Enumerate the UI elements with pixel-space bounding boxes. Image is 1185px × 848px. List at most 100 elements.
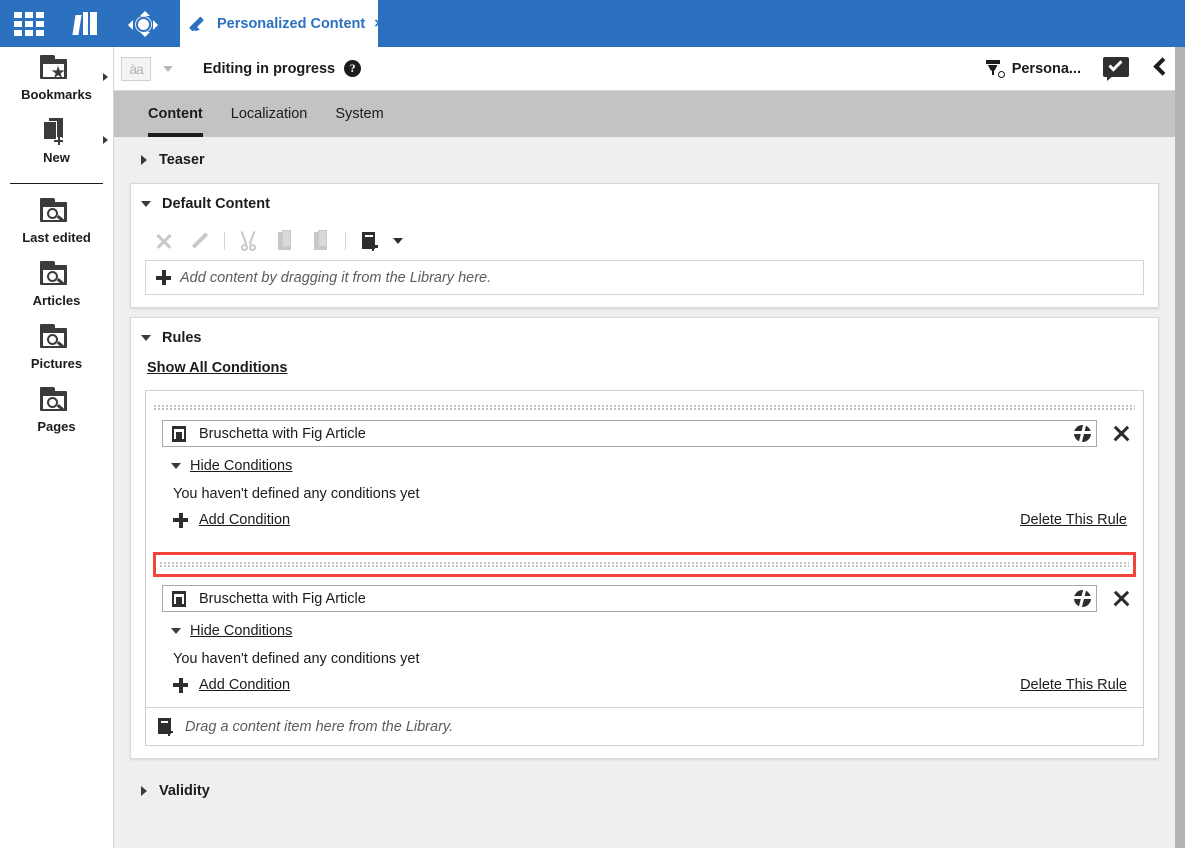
sidebar-item-pictures[interactable]: Pictures (0, 316, 113, 379)
plus-icon (173, 677, 188, 693)
sidebar-item-bookmarks[interactable]: ★ Bookmarks (0, 47, 113, 110)
chevron-down-icon[interactable] (393, 238, 403, 244)
delete-rule-link[interactable]: Delete This Rule (1020, 512, 1127, 528)
add-condition-row: Add Condition Delete This Rule (146, 502, 1143, 542)
sidebar-item-pages[interactable]: Pages (0, 379, 113, 442)
library-books-icon[interactable] (57, 0, 114, 47)
section-validity[interactable]: Validity (114, 768, 1175, 814)
card-rules: Rules Show All Conditions Bruschetta wit… (130, 317, 1159, 759)
content-toolbar (131, 224, 1158, 260)
paste-icon[interactable] (306, 228, 336, 254)
tab-label: System (335, 106, 384, 122)
close-icon[interactable]: × (374, 16, 383, 31)
default-content-dropzone[interactable]: Add content by dragging it from the Libr… (145, 260, 1144, 295)
locale-icon-text: àa (129, 60, 144, 77)
add-condition-link[interactable]: Add Condition (199, 512, 290, 528)
chevron-left-icon[interactable] (1151, 56, 1172, 81)
rule-drop-target-active[interactable] (153, 552, 1136, 577)
approve-checkmark-icon[interactable] (1103, 56, 1129, 81)
main-content: Content Localization System Teaser Defau… (114, 91, 1185, 848)
toolbar-divider (345, 232, 346, 250)
right-edge-strip (1175, 47, 1185, 848)
chevron-right-icon[interactable] (103, 136, 108, 144)
toggle-conditions-link[interactable]: Hide Conditions (190, 458, 292, 474)
tab-content[interactable]: Content (134, 91, 217, 137)
plus-icon (156, 270, 171, 285)
rule-content-field[interactable]: Bruschetta with Fig Article (162, 420, 1097, 447)
chevron-right-icon (141, 155, 147, 165)
sphere-picker-icon[interactable] (1071, 587, 1094, 610)
add-condition-row: Add Condition Delete This Rule (146, 667, 1143, 707)
no-conditions-text: You haven't defined any conditions yet (173, 486, 420, 502)
left-sidebar: ★ Bookmarks New Last edited Articles Pic… (0, 47, 114, 848)
section-title: Validity (159, 783, 210, 799)
dotted-drop-line (160, 562, 1129, 567)
help-icon[interactable]: ? (344, 60, 362, 77)
chevron-down-icon (141, 201, 151, 207)
form-scroll-area[interactable]: Teaser Default Content Add content by dr… (114, 137, 1175, 848)
rules-drag-footer[interactable]: Drag a content item here from the Librar… (146, 707, 1143, 745)
persona-label[interactable]: Persona... (1012, 61, 1081, 77)
add-content-icon[interactable] (355, 228, 385, 254)
vertical-scrollbar[interactable] (1165, 182, 1175, 848)
drag-content-icon (158, 717, 175, 736)
rule-content-name: Bruschetta with Fig Article (199, 425, 366, 442)
section-title: Default Content (162, 196, 270, 212)
rule-item: Bruschetta with Fig Article Hide Conditi… (146, 552, 1143, 707)
editor-toolbar: àa Editing in progress ? Persona... (114, 47, 1185, 91)
rule-item: Bruschetta with Fig Article Hide Conditi… (146, 403, 1143, 542)
editing-status: Editing in progress (203, 60, 336, 77)
rule-content-field[interactable]: Bruschetta with Fig Article (162, 585, 1097, 612)
section-teaser[interactable]: Teaser (114, 137, 1175, 183)
pencil-icon (189, 15, 209, 34)
toolbar-divider (224, 232, 225, 250)
dotted-drop-line (154, 405, 1135, 410)
sidebar-item-label: Bookmarks (21, 87, 92, 102)
article-icon (172, 425, 186, 442)
locale-switch-icon[interactable]: àa (121, 56, 151, 81)
tab-label: Localization (230, 106, 308, 122)
tab-localization[interactable]: Localization (217, 91, 322, 137)
sidebar-item-label: Pictures (30, 356, 83, 371)
delete-x-icon[interactable] (1109, 422, 1133, 446)
folder-star-icon: ★ (39, 55, 74, 83)
article-icon (172, 590, 186, 607)
sidebar-item-label: Pages (37, 419, 76, 434)
cut-scissors-icon[interactable] (234, 228, 264, 254)
chevron-down-icon (141, 335, 151, 341)
folder-search-icon (39, 387, 74, 415)
sidebar-item-last-edited[interactable]: Last edited (0, 190, 113, 253)
sidebar-item-label: Articles (32, 293, 81, 308)
tab-personalized-content[interactable]: Personalized Content × (180, 0, 383, 47)
show-all-conditions-link[interactable]: Show All Conditions (147, 360, 287, 376)
toggle-conditions-row[interactable]: Hide Conditions (146, 447, 1143, 474)
move-crosshair-icon[interactable] (114, 0, 171, 47)
sphere-picker-icon[interactable] (1071, 422, 1094, 445)
drag-footer-text: Drag a content item here from the Librar… (185, 718, 454, 735)
sidebar-item-new[interactable]: New (0, 110, 113, 173)
copy-icon[interactable] (270, 228, 300, 254)
edit-pencil-icon[interactable] (185, 228, 215, 254)
rule-drop-target[interactable] (154, 403, 1135, 412)
chevron-right-icon[interactable] (103, 73, 108, 81)
chevron-right-icon (141, 786, 147, 796)
sidebar-item-articles[interactable]: Articles (0, 253, 113, 316)
chevron-down-icon[interactable] (163, 65, 173, 72)
form-tab-strip: Content Localization System (114, 91, 1185, 137)
add-condition-link[interactable]: Add Condition (199, 677, 290, 693)
folder-search-icon (39, 324, 74, 352)
section-default-content[interactable]: Default Content (131, 184, 1158, 224)
toggle-conditions-link[interactable]: Hide Conditions (190, 623, 292, 639)
apps-grid-icon[interactable] (0, 0, 57, 47)
no-conditions-text: You haven't defined any conditions yet (173, 651, 420, 667)
rule-content-name: Bruschetta with Fig Article (199, 590, 366, 607)
remove-icon[interactable] (149, 228, 179, 254)
delete-x-icon[interactable] (1109, 587, 1133, 611)
sidebar-item-label: Last edited (22, 230, 91, 245)
rules-list: Bruschetta with Fig Article Hide Conditi… (145, 390, 1144, 746)
toggle-conditions-row[interactable]: Hide Conditions (146, 612, 1143, 639)
delete-rule-link[interactable]: Delete This Rule (1020, 677, 1127, 693)
card-default-content: Default Content Add content by dragging … (130, 183, 1159, 308)
section-rules[interactable]: Rules (131, 318, 1158, 358)
tab-system[interactable]: System (321, 91, 397, 137)
